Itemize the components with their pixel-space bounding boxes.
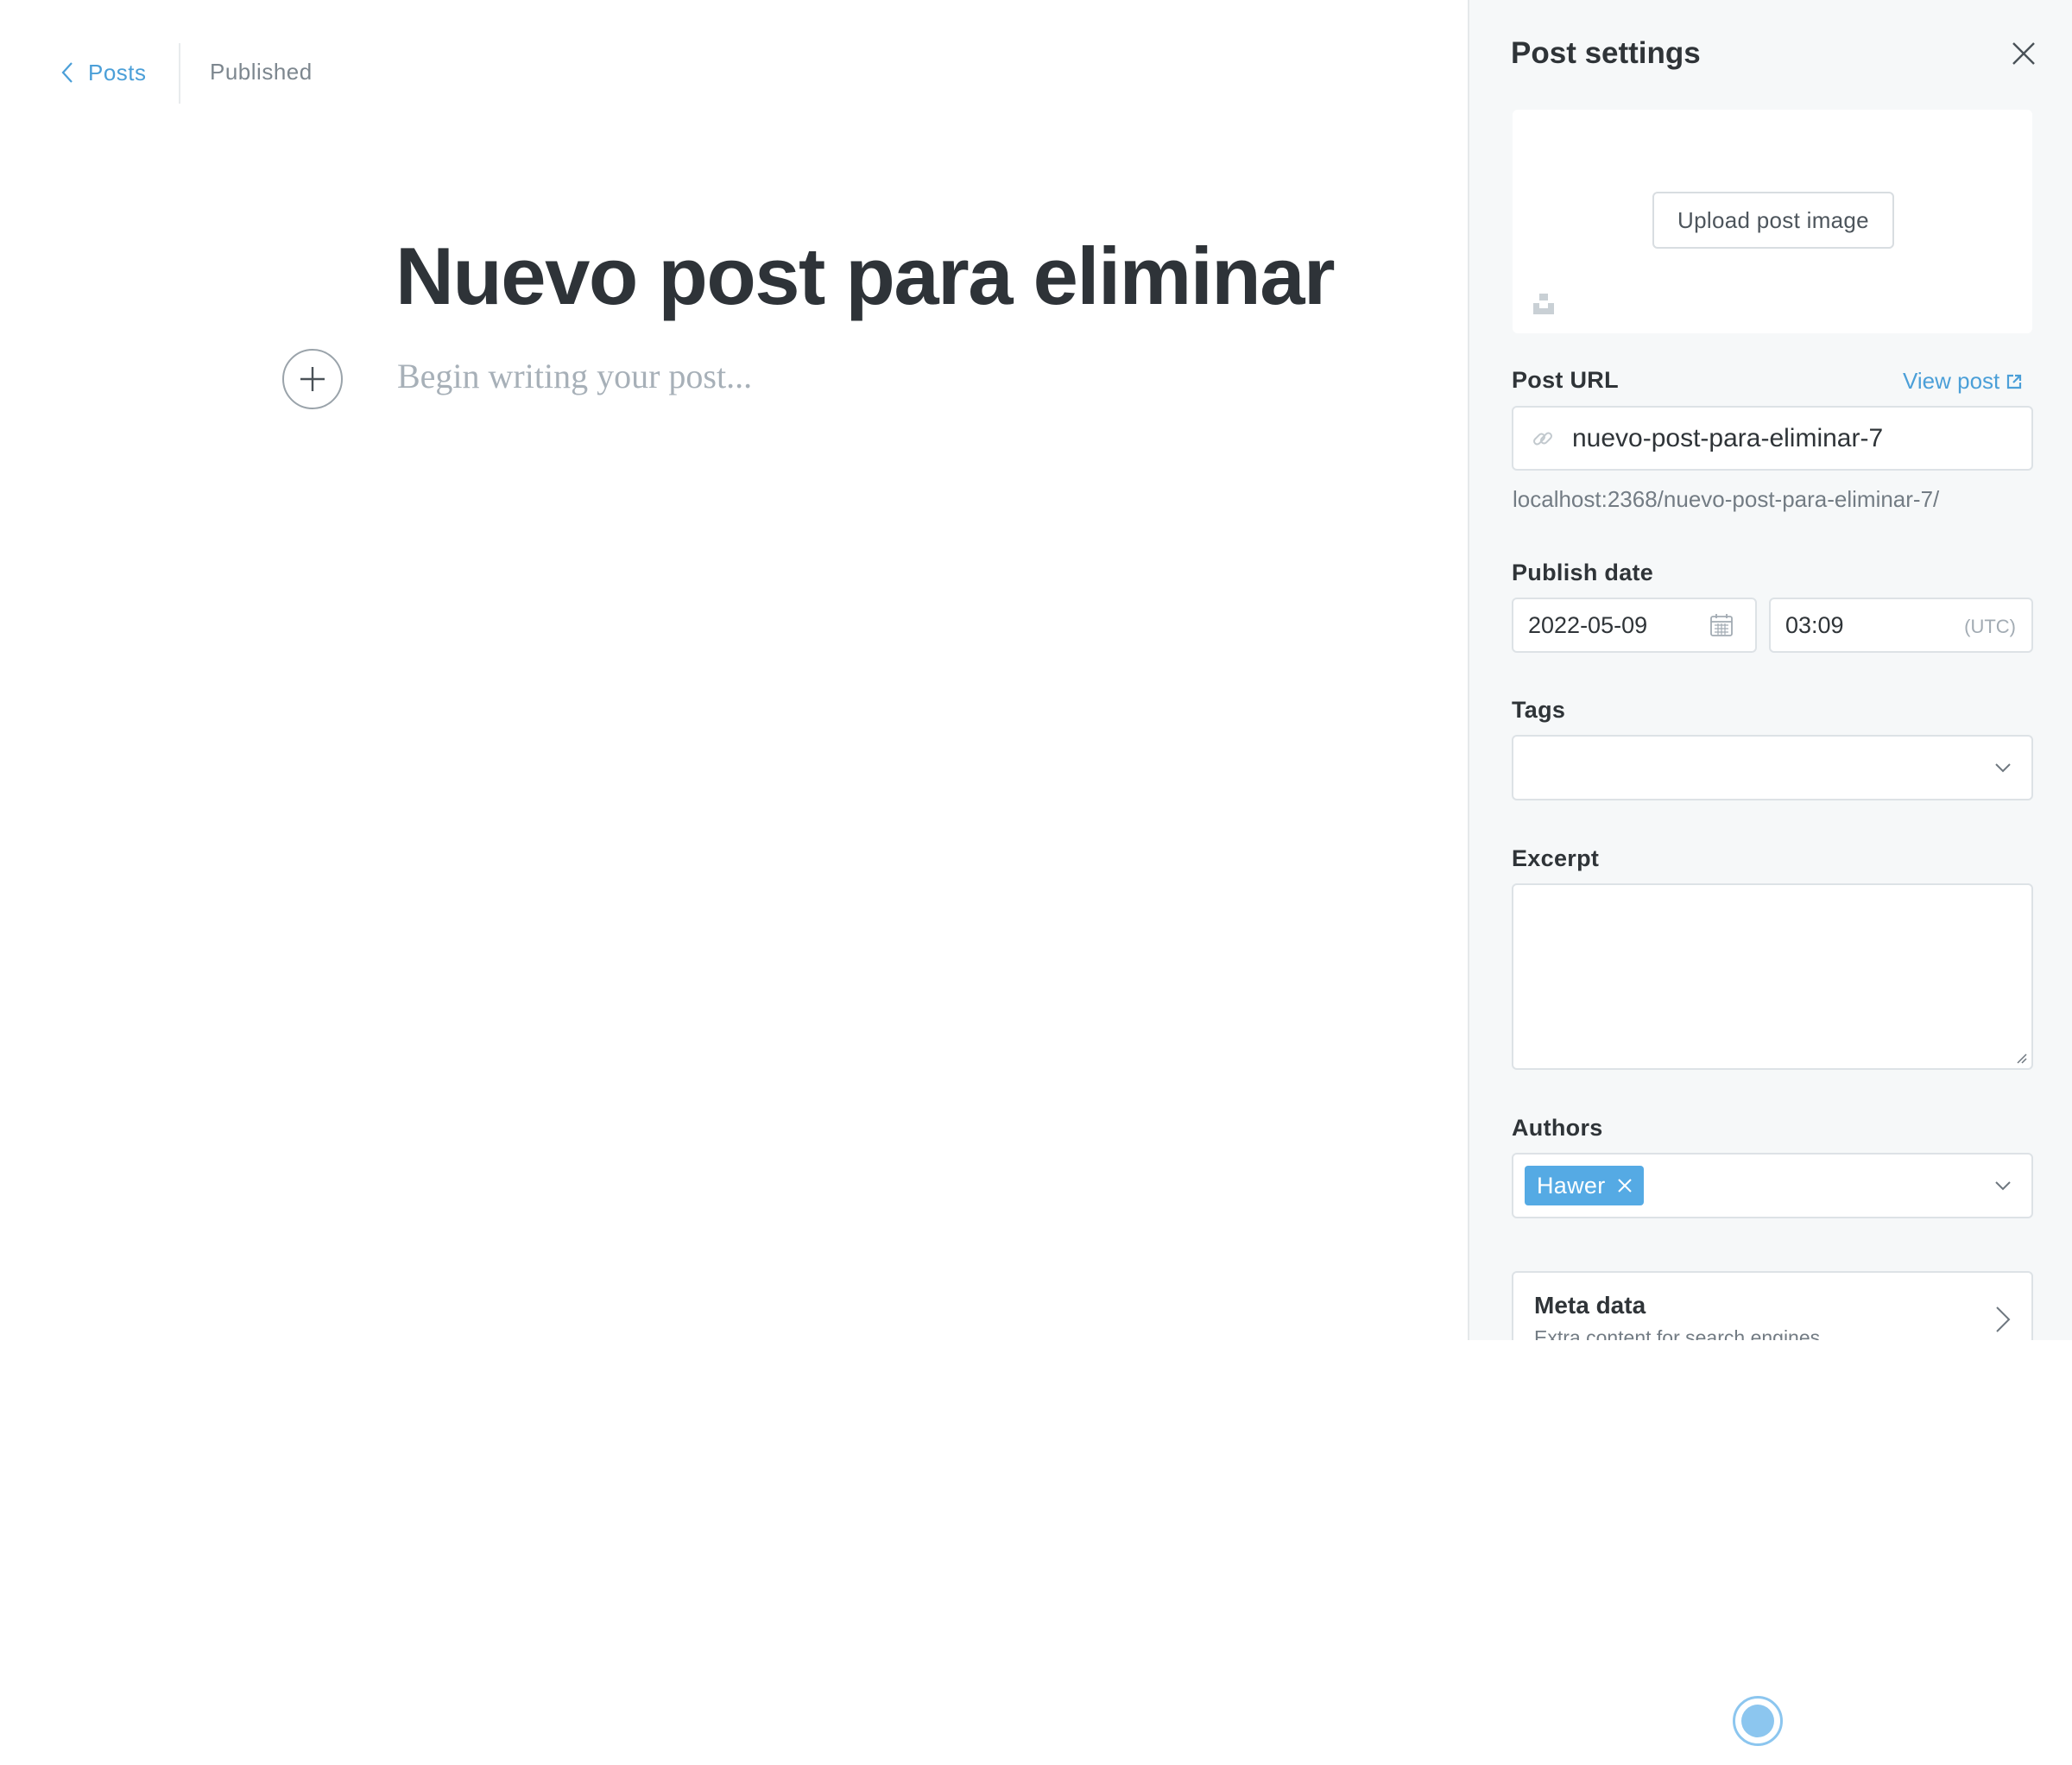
chevron-down-icon [1995,763,2011,773]
post-settings-panel: Post settings Upload post image Post URL… [1468,0,2072,1340]
plus-icon [300,367,325,391]
close-icon[interactable] [2008,38,2039,69]
chevron-left-icon [61,62,73,83]
author-chip: Hawer [1525,1166,1644,1205]
view-post-label: View post [1903,368,2000,394]
unsplash-icon[interactable] [1532,292,1556,316]
post-url-preview: localhost:2368/nuevo-post-para-eliminar-… [1513,486,1940,512]
authors-select[interactable]: Hawer [1512,1153,2033,1218]
meta-data-subtitle: Extra content for search engines [1534,1326,1821,1340]
close-icon[interactable] [1616,1177,1633,1194]
resize-handle-icon[interactable] [2014,1051,2028,1065]
loading-indicator [1733,1696,1783,1746]
post-url-field[interactable] [1512,406,2033,471]
meta-data-title: Meta data [1534,1292,1646,1319]
publish-time-field[interactable]: (UTC) [1769,598,2033,653]
post-status: Published [210,59,313,85]
link-icon [1533,432,1552,445]
back-link-label: Posts [88,59,147,85]
calendar-icon[interactable] [1709,613,1734,637]
authors-label: Authors [1512,1115,1603,1141]
timezone-label: (UTC) [1964,616,2016,637]
external-link-icon [2007,374,2022,389]
post-url-label: Post URL [1512,367,1619,393]
excerpt-label: Excerpt [1512,845,1600,871]
add-card-button[interactable] [282,349,343,409]
panel-title: Post settings [1511,36,1701,70]
loading-indicator-dot [1741,1705,1774,1737]
excerpt-textarea[interactable] [1513,885,2031,1068]
breadcrumb-divider [179,43,180,104]
post-body-editor[interactable]: Begin writing your post... [397,356,752,396]
chevron-down-icon [1995,1181,2011,1191]
upload-post-image-button[interactable]: Upload post image [1652,192,1894,249]
tags-label: Tags [1512,697,1566,723]
publish-date-input[interactable] [1513,611,1701,639]
publish-date-field[interactable] [1512,598,1757,653]
back-to-posts-link[interactable]: Posts [59,55,147,90]
author-name: Hawer [1537,1172,1606,1199]
editor-header: Posts Published [0,0,1468,147]
post-image-area: Upload post image [1513,110,2032,333]
view-post-link[interactable]: View post [1903,368,2022,395]
tags-select[interactable] [1512,735,2033,800]
post-title[interactable]: Nuevo post para eliminar [395,230,1336,323]
publish-time-input[interactable] [1771,611,1924,639]
publish-date-label: Publish date [1512,560,1654,585]
post-url-input[interactable] [1572,423,2004,453]
excerpt-field[interactable] [1512,883,2033,1070]
chevron-right-icon [1996,1306,2011,1332]
meta-data-card[interactable]: Meta data Extra content for search engin… [1512,1271,2033,1340]
